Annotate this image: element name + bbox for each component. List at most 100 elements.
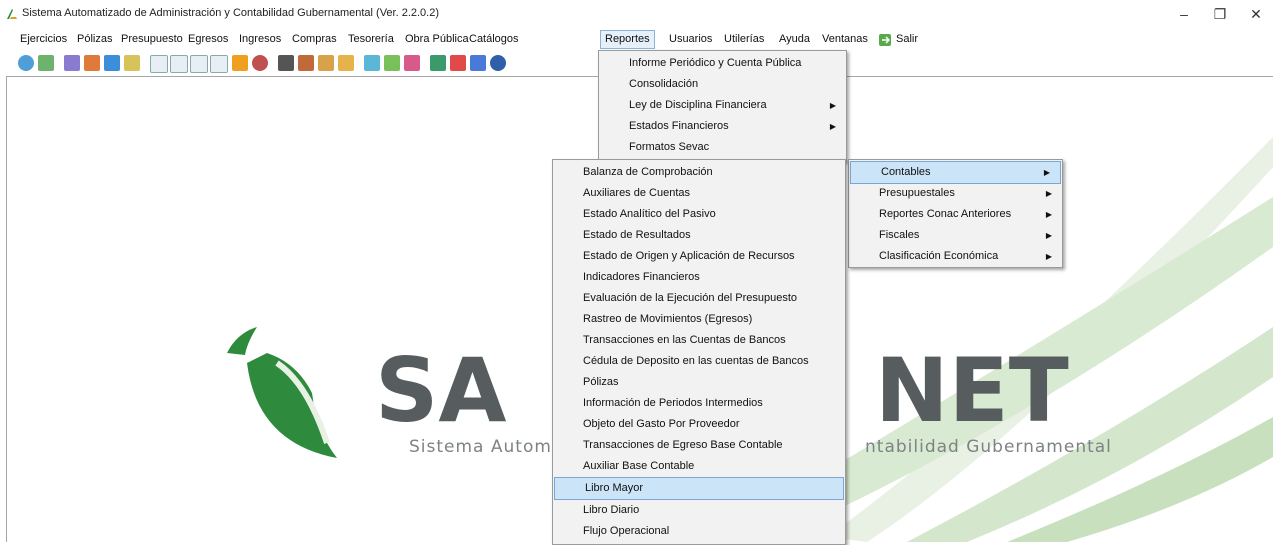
menu-item-presupuestales[interactable]: Presupuestales ▶ <box>849 183 1062 204</box>
menu-egresos[interactable]: Egresos <box>184 31 232 48</box>
menu-item-auxiliar-base-contable[interactable]: Auxiliar Base Contable <box>553 456 845 477</box>
d-icon[interactable] <box>170 55 188 73</box>
menu-item-label: Libro Diario <box>583 504 640 516</box>
logo-tagline-left: Sistema Automa <box>409 437 564 457</box>
menu-item-label: Informe Periódico y Cuenta Pública <box>629 57 802 69</box>
export-icon[interactable] <box>104 55 120 71</box>
close-button[interactable]: ✕ <box>1238 2 1274 26</box>
menu-item-label: Pólizas <box>583 376 619 388</box>
menu-polizas[interactable]: Pólizas <box>73 31 116 48</box>
menu-item-transacciones-bancos[interactable]: Transacciones en las Cuentas de Bancos <box>553 330 845 351</box>
menu-item-label: Información de Periodos Intermedios <box>583 397 763 409</box>
table-icon[interactable] <box>124 55 140 71</box>
menu-item-label: Estado Analítico del Pasivo <box>583 208 716 220</box>
menu-reportes[interactable]: Reportes <box>600 30 655 49</box>
menu-item-label: Objeto del Gasto Por Proveedor <box>583 418 740 430</box>
logo-text-left: SA <box>375 339 507 442</box>
app-icon <box>7 9 17 19</box>
p-icon[interactable] <box>232 55 248 71</box>
chart-icon[interactable] <box>384 55 400 71</box>
menu-item-auxiliares-cuentas[interactable]: Auxiliares de Cuentas <box>553 183 845 204</box>
notes-icon[interactable] <box>364 55 380 71</box>
menu-item-balanza[interactable]: Balanza de Comprobación <box>553 162 845 183</box>
menu-item-transacciones-egreso[interactable]: Transacciones de Egreso Base Contable <box>553 435 845 456</box>
menu-item-rastreo-movimientos[interactable]: Rastreo de Movimientos (Egresos) <box>553 309 845 330</box>
menu-catalogos[interactable]: Catálogos <box>465 31 523 48</box>
import-icon[interactable] <box>84 55 100 71</box>
menu-item-formatos-sevac[interactable]: Formatos Sevac <box>599 137 846 158</box>
menu-item-label: Estados Financieros <box>629 120 729 132</box>
menu-item-estado-analitico-pasivo[interactable]: Estado Analítico del Pasivo <box>553 204 845 225</box>
menu-item-estados-financieros[interactable]: Estados Financieros ▶ <box>599 116 846 137</box>
menu-item-label: Cédula de Deposito en las cuentas de Ban… <box>583 355 809 367</box>
menu-salir[interactable]: Salir <box>892 31 922 48</box>
menu-compras[interactable]: Compras <box>288 31 341 48</box>
menu-item-label: Evaluación de la Ejecución del Presupues… <box>583 292 798 304</box>
menu-item-label: Reportes Conac Anteriores <box>879 208 1012 220</box>
menu-item-indicadores-financieros[interactable]: Indicadores Financieros <box>553 267 845 288</box>
logo-text-right: NET <box>875 339 1069 442</box>
f-icon[interactable] <box>210 55 228 73</box>
menu-item-label: Estado de Origen y Aplicación de Recurso… <box>583 250 795 262</box>
menu-item-estado-origen-aplicacion[interactable]: Estado de Origen y Aplicación de Recurso… <box>553 246 845 267</box>
menu-presupuesto[interactable]: Presupuesto <box>117 31 187 48</box>
menu-item-label: Transacciones de Egreso Base Contable <box>583 439 783 451</box>
menu-item-label: Ley de Disciplina Financiera <box>629 99 767 111</box>
submenu-arrow-icon: ▶ <box>1043 168 1050 177</box>
refresh-icon[interactable] <box>18 55 34 71</box>
menu-ventanas[interactable]: Ventanas <box>818 31 872 48</box>
minimize-button[interactable]: – <box>1166 2 1202 26</box>
menu-tesoreria[interactable]: Tesorería <box>344 31 398 48</box>
menu-item-cedula-deposito[interactable]: Cédula de Deposito en las cuentas de Ban… <box>553 351 845 372</box>
menu-item-periodos-intermedios[interactable]: Información de Periodos Intermedios <box>553 393 845 414</box>
sacgnet-logo-leaf <box>227 327 337 458</box>
menu-item-informe-periodico[interactable]: Informe Periódico y Cuenta Pública <box>599 53 846 74</box>
estados-financieros-submenu: Contables ▶ Presupuestales ▶ Reportes Cona… <box>848 159 1063 268</box>
menu-ingresos[interactable]: Ingresos <box>235 31 285 48</box>
menu-bar: Ejercicios Pólizas Presupuesto Egresos I… <box>0 28 1276 50</box>
edit-icon[interactable] <box>298 55 314 71</box>
menu-item-reportes-conac[interactable]: Reportes Conac Anteriores ▶ <box>849 204 1062 225</box>
contables-submenu: Balanza de Comprobación Auxiliares de Cu… <box>552 159 846 545</box>
menu-item-clasificacion-economica[interactable]: Clasificación Económica ▶ <box>849 246 1062 267</box>
info-icon[interactable] <box>490 55 506 71</box>
menu-item-ley-disciplina[interactable]: Ley de Disciplina Financiera ▶ <box>599 95 846 116</box>
menu-obra-publica[interactable]: Obra Pública <box>401 31 473 48</box>
menu-ayuda[interactable]: Ayuda <box>775 31 814 48</box>
users-icon[interactable] <box>64 55 80 71</box>
shield-icon[interactable] <box>430 55 446 71</box>
menu-utilerias[interactable]: Utilerías <box>720 31 768 48</box>
menu-item-contables[interactable]: Contables ▶ <box>850 161 1061 184</box>
report-icon[interactable] <box>450 55 466 71</box>
menu-item-flujo-operacional[interactable]: Flujo Operacional <box>553 521 845 542</box>
maximize-button[interactable]: ❐ <box>1202 2 1238 26</box>
submenu-arrow-icon: ▶ <box>829 101 836 110</box>
new-doc-icon[interactable] <box>38 55 54 71</box>
c-icon[interactable] <box>150 55 168 73</box>
tools-icon[interactable] <box>252 55 268 71</box>
menu-item-libro-diario[interactable]: Libro Diario <box>553 500 845 521</box>
menu-ejercicios[interactable]: Ejercicios <box>16 31 71 48</box>
menu-item-objeto-gasto-proveedor[interactable]: Objeto del Gasto Por Proveedor <box>553 414 845 435</box>
submenu-arrow-icon: ▶ <box>1045 189 1052 198</box>
menu-item-estado-resultados[interactable]: Estado de Resultados <box>553 225 845 246</box>
tree-icon[interactable] <box>404 55 420 71</box>
menu-item-label: Transacciones en las Cuentas de Bancos <box>583 334 786 346</box>
logo-tagline-right: ntabilidad Gubernamental <box>865 437 1112 457</box>
submenu-arrow-icon: ▶ <box>1045 252 1052 261</box>
menu-item-fiscales[interactable]: Fiscales ▶ <box>849 225 1062 246</box>
menu-usuarios[interactable]: Usuarios <box>665 31 716 48</box>
menu-item-polizas[interactable]: Pólizas <box>553 372 845 393</box>
menu-item-consolidacion[interactable]: Consolidación <box>599 74 846 95</box>
menu-item-label: Auxiliares de Cuentas <box>583 187 691 199</box>
menu-item-libro-mayor[interactable]: Libro Mayor <box>554 477 844 500</box>
menu-item-label: Estado de Resultados <box>583 229 691 241</box>
package-icon[interactable] <box>338 55 354 71</box>
menu-item-label: Flujo Operacional <box>583 525 670 537</box>
folder-icon[interactable] <box>318 55 334 71</box>
exit-icon[interactable] <box>878 33 892 47</box>
help-icon[interactable] <box>470 55 486 71</box>
e-icon[interactable] <box>190 55 208 73</box>
trash-icon[interactable] <box>278 55 294 71</box>
menu-item-evaluacion-ejecucion[interactable]: Evaluación de la Ejecución del Presupues… <box>553 288 845 309</box>
